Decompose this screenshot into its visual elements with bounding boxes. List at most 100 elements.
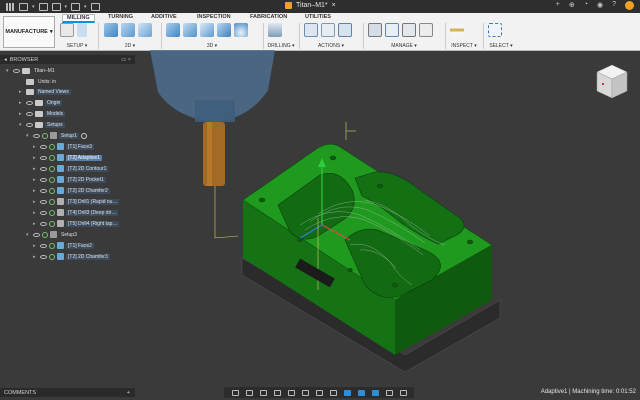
zoom-icon[interactable] (273, 389, 281, 396)
chevron-right-icon[interactable]: ▸ (19, 111, 24, 117)
section-analysis-icon[interactable] (385, 389, 393, 396)
check-circle-icon (49, 198, 55, 205)
tree-item-label: [T2] Adaptive1 (66, 154, 102, 161)
eye-icon[interactable] (40, 177, 47, 182)
tree-item-root[interactable]: ▾ Titan–M1 (6, 66, 57, 75)
tree-item-operation[interactable]: ▸ [T2] 2D Contour1 (33, 164, 109, 173)
tree-item-operation[interactable]: ▸ [T4] Drill3 (Deep dri… (33, 208, 119, 217)
chevron-down-icon[interactable]: ▾ (19, 122, 24, 128)
chevron-right-icon[interactable]: ▸ (33, 144, 38, 150)
tree-item-setup1[interactable]: ▾ Setup1 (26, 131, 87, 140)
eye-icon[interactable] (26, 122, 33, 127)
eye-icon[interactable] (33, 133, 40, 138)
display-settings-icon[interactable] (301, 389, 309, 396)
units-icon (26, 78, 34, 85)
tree-item-label: Setup1 (59, 132, 79, 139)
chevron-down-icon[interactable]: ▾ (26, 133, 31, 139)
viewports-icon[interactable] (329, 389, 337, 396)
tree-item-label: [T2] 2D Chamfer2 (66, 187, 110, 194)
eye-icon[interactable] (40, 144, 47, 149)
tree-item-label: Named Views (36, 88, 71, 95)
eye-icon[interactable] (40, 254, 47, 259)
comments-panel[interactable]: COMMENTS + (0, 388, 135, 397)
browser-title: BROWSER (9, 56, 39, 63)
chevron-right-icon[interactable]: ▸ (33, 155, 38, 161)
contour-op-icon (57, 165, 64, 172)
eye-icon[interactable] (40, 243, 47, 248)
tap-op-icon (57, 220, 64, 227)
tree-item-operation-selected[interactable]: ▸ [T2] Adaptive1 (33, 153, 102, 162)
add-comment-button[interactable]: + (127, 390, 130, 396)
tree-item-operation[interactable]: ▸ [T2] 2D Chamfer2 (33, 186, 110, 195)
tree-item-models[interactable]: ▸ Models (19, 109, 66, 118)
eye-icon[interactable] (26, 111, 33, 116)
chamfer-op-icon (57, 187, 64, 194)
gear-icon[interactable] (80, 132, 87, 139)
tree-item-setups[interactable]: ▾ Setups (19, 120, 65, 129)
tree-item-origin[interactable]: ▸ Origin (19, 98, 63, 107)
tree-item-label: [T4] Drill3 (Deep dri… (66, 209, 119, 216)
collapse-icon[interactable]: ◂ (4, 57, 7, 63)
view-cube[interactable] (594, 62, 630, 102)
eye-icon[interactable] (40, 155, 47, 160)
chevron-right-icon[interactable]: ▸ (33, 221, 38, 227)
eye-icon[interactable] (40, 188, 47, 193)
eye-icon[interactable] (40, 210, 47, 215)
tree-item-units[interactable]: Units: in (19, 77, 58, 86)
eye-icon[interactable] (40, 199, 47, 204)
tool-holder (150, 50, 275, 186)
visual-style-icon[interactable] (399, 389, 407, 396)
eye-icon[interactable] (26, 100, 33, 105)
browser-header[interactable]: ◂ BROWSER ▭ × (0, 55, 135, 64)
chevron-right-icon[interactable]: ▸ (33, 166, 38, 172)
eye-icon[interactable] (40, 166, 47, 171)
tree-item-operation[interactable]: ▸ [T2] 2D Pocket1 (33, 175, 106, 184)
chevron-down-icon[interactable]: ▾ (26, 232, 31, 238)
check-circle-icon (49, 209, 55, 216)
check-circle-icon (49, 187, 55, 194)
browser-panel-controls[interactable]: ▭ × (121, 57, 131, 63)
check-circle-icon (49, 176, 55, 183)
tree-item-named-views[interactable]: ▸ Named Views (19, 87, 71, 96)
folder-icon (26, 88, 34, 95)
chevron-right-icon[interactable]: ▸ (33, 188, 38, 194)
face-op-icon (57, 143, 64, 150)
fit-icon[interactable] (287, 389, 295, 396)
chevron-right-icon[interactable]: ▸ (19, 89, 24, 95)
check-circle-icon (42, 132, 48, 139)
eye-icon[interactable] (33, 232, 40, 237)
tool-display-icon[interactable] (371, 389, 379, 396)
chevron-right-icon[interactable]: ▸ (33, 177, 38, 183)
tree-item-label: Models (45, 110, 66, 117)
toolpath-display-icon[interactable] (357, 389, 365, 396)
eye-icon[interactable] (13, 68, 20, 73)
comments-label: COMMENTS (4, 389, 37, 396)
chevron-right-icon[interactable]: ▸ (33, 254, 38, 260)
tree-item-operation[interactable]: ▸ [T5] Drill4 (Right tap… (33, 219, 120, 228)
tree-item-label: Titan–M1 (34, 67, 55, 74)
tree-item-setup3[interactable]: ▾ Setup3 (26, 230, 79, 239)
pan-hand-icon[interactable] (259, 389, 267, 396)
grid-icon[interactable] (315, 389, 323, 396)
chevron-right-icon[interactable]: ▸ (33, 210, 38, 216)
folder-icon (35, 121, 43, 128)
stock-display-icon[interactable] (343, 389, 351, 396)
eye-icon[interactable] (40, 221, 47, 226)
chevron-down-icon[interactable]: ▾ (6, 68, 11, 74)
chevron-right-icon[interactable]: ▸ (33, 199, 38, 205)
chevron-right-icon[interactable]: ▸ (33, 243, 38, 249)
tree-item-label: [T1] Face3 (66, 143, 94, 150)
chevron-right-icon[interactable]: ▸ (19, 100, 24, 106)
tree-item-operation[interactable]: ▸ [T1] Face3 (33, 142, 94, 151)
look-at-icon[interactable] (245, 389, 253, 396)
setup-icon (50, 231, 57, 238)
check-circle-icon (49, 220, 55, 227)
drill-op-icon (57, 198, 64, 205)
tree-item-operation[interactable]: ▸ [T1] Face2 (33, 241, 94, 250)
drill-op-icon (57, 209, 64, 216)
orbit-icon[interactable] (231, 389, 239, 396)
tree-item-operation[interactable]: ▸ [T2] 2D Chamfer3 (33, 252, 110, 261)
pocket-op-icon (57, 176, 64, 183)
tree-item-operation[interactable]: ▸ [T3] Drill1 (Rapid ou… (33, 197, 120, 206)
tree-item-label: [T3] Drill1 (Rapid ou… (66, 198, 120, 205)
